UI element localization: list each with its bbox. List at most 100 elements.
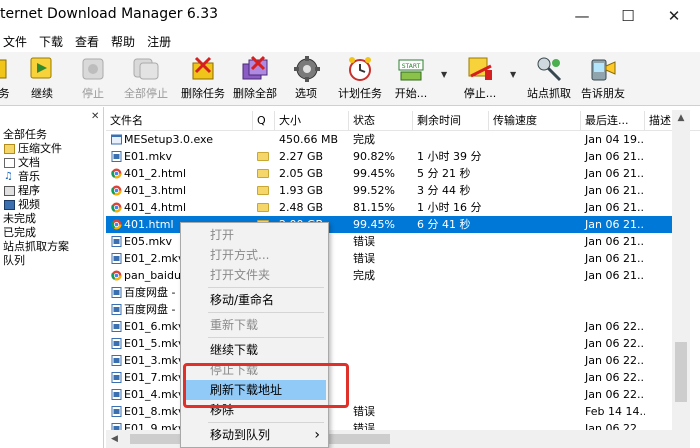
cell-speed	[489, 216, 581, 233]
vertical-scrollbar[interactable]: ▲	[672, 110, 690, 448]
download-row[interactable]: E01.mkv 2.27 GB 90.82% 1 小时 39 分 Jan 06 21..…	[106, 148, 672, 165]
tree-item-archives[interactable]: 压缩文件	[4, 142, 62, 156]
cell-speed	[489, 386, 581, 403]
cell-status: 错误	[353, 252, 375, 265]
toolbar-tell-friend-button[interactable]: 告诉朋友	[578, 54, 628, 104]
toolbar-delete-task-button[interactable]: 删除任务	[177, 54, 229, 104]
svg-text:START: START	[402, 63, 421, 70]
toolbar-start-queue-button[interactable]: START 开始...	[393, 54, 429, 104]
music-icon: ♫	[4, 171, 13, 182]
tree-item-documents[interactable]: 文档	[4, 156, 40, 170]
context-menu-item[interactable]: 移动/重命名	[183, 290, 326, 310]
toolbar-options-button[interactable]: 选项	[292, 54, 320, 104]
context-menu-item[interactable]: 继续下载	[183, 340, 326, 360]
scroll-left-icon[interactable]: ◀	[106, 430, 123, 448]
context-menu-item[interactable]: 打开	[183, 225, 326, 245]
cell-speed	[489, 318, 581, 335]
scheduler-clock-icon	[349, 57, 371, 81]
column-header-size[interactable]: 大小	[275, 111, 349, 131]
cell-status: 81.15%	[353, 201, 395, 214]
close-icon: ✕	[667, 7, 681, 25]
cell-time-left: 1 小时 16 分	[417, 201, 482, 214]
tree-item-music[interactable]: ♫ 音乐	[4, 170, 40, 184]
tell-friend-icon	[591, 59, 616, 81]
stop-queue-dropdown-icon[interactable]: ▼	[510, 70, 518, 80]
context-menu-item[interactable]: 打开文件夹	[183, 265, 326, 285]
context-menu-item[interactable]: 移动到队列 ›	[183, 425, 326, 445]
toolbar-task-button[interactable]: 务	[0, 54, 14, 104]
cell-status	[349, 301, 413, 318]
context-menu-item[interactable]: 重新下载	[183, 315, 326, 335]
toolbar-site-grabber-button[interactable]: 站点抓取	[524, 54, 574, 104]
cell-speed	[489, 250, 581, 267]
toolbar-stop-queue-button[interactable]: 停止...	[458, 54, 502, 104]
menu-help[interactable]: 帮助	[105, 32, 141, 52]
maximize-button[interactable]: ☐	[605, 0, 651, 32]
cell-filename: MESetup3.0.exe	[124, 133, 213, 146]
highlight-callout-box	[183, 363, 349, 408]
download-row[interactable]: 401_3.html 1.93 GB 99.52% 3 分 44 秒 Jan 06 21…	[106, 182, 672, 199]
archive-icon	[4, 144, 15, 154]
cell-status	[349, 318, 413, 335]
toolbar-scheduler-button[interactable]: 计划任务	[335, 54, 385, 104]
cell-time-left	[413, 352, 489, 369]
context-menu-label: 重新下载	[210, 318, 259, 332]
column-header-status[interactable]: 状态	[349, 111, 413, 131]
cell-last-try	[581, 301, 645, 318]
cell-time-left	[413, 131, 489, 148]
column-header-last-try[interactable]: 最后连...	[581, 111, 645, 131]
tree-item-programs[interactable]: 程序	[4, 184, 40, 198]
folder-icon	[257, 186, 269, 195]
cell-last-try: Jan 06 21...	[585, 167, 645, 180]
menu-download[interactable]: 下载	[33, 32, 69, 52]
cell-status: 错误	[353, 405, 375, 418]
column-header-queue[interactable]: Q	[253, 111, 275, 131]
cell-time-left: 1 小时 39 分	[417, 150, 482, 163]
tree-item-finished[interactable]: 已完成	[3, 226, 36, 240]
download-row[interactable]: 401_4.html 2.48 GB 81.15% 1 小时 16 分 Jan 06 2…	[106, 199, 672, 216]
cell-speed	[489, 165, 581, 182]
tree-item-grabber-projects[interactable]: 站点抓取方案	[3, 240, 69, 254]
menu-bar: 文件 下载 查看 帮助 注册	[0, 32, 700, 52]
context-menu-item[interactable]: 打开方式...	[183, 245, 326, 265]
tree-item-unfinished[interactable]: 未完成	[3, 212, 36, 226]
cell-status: 99.52%	[353, 184, 395, 197]
cell-last-try: Jan 06 22...	[585, 388, 645, 401]
cell-status	[349, 335, 413, 352]
task-icon	[0, 59, 7, 79]
vertical-scroll-thumb[interactable]	[675, 342, 687, 402]
download-row[interactable]: MESetup3.0.exe 450.66 MB 完成 Jan 04 19...	[106, 131, 672, 148]
toolbar-stop-button[interactable]: 停止	[78, 54, 108, 104]
cell-speed	[489, 182, 581, 199]
menu-separator	[208, 287, 324, 288]
close-button[interactable]: ✕	[651, 0, 697, 32]
cell-last-try: Jan 06 21...	[585, 218, 645, 231]
context-menu-label: 打开	[210, 228, 235, 242]
cell-status	[349, 386, 413, 403]
program-icon	[4, 186, 15, 196]
scroll-up-icon[interactable]: ▲	[672, 110, 690, 127]
cell-filename: 401_4.html	[124, 201, 187, 214]
tree-item-queues[interactable]: 队列	[3, 254, 25, 268]
tree-item-all[interactable]: 全部任务	[3, 128, 47, 142]
cell-time-left	[413, 284, 489, 301]
cell-last-try: Jan 06 22...	[585, 371, 645, 384]
tree-item-video[interactable]: 视频	[4, 198, 40, 212]
start-queue-icon: START	[398, 59, 424, 81]
toolbar-stop-all-button[interactable]: 全部停止	[118, 54, 174, 104]
column-header-speed[interactable]: 传输速度	[489, 111, 581, 131]
toolbar-delete-all-button[interactable]: 删除全部	[229, 54, 281, 104]
toolbar-resume-button[interactable]: 继续	[26, 54, 58, 104]
column-header-filename[interactable]: 文件名	[106, 111, 253, 131]
cell-last-try: Jan 06 21...	[585, 269, 645, 282]
menu-view[interactable]: 查看	[69, 32, 105, 52]
menu-register[interactable]: 注册	[141, 32, 177, 52]
minimize-button[interactable]: —	[559, 0, 605, 32]
column-header-time-left[interactable]: 剩余时间	[413, 111, 489, 131]
download-row[interactable]: 401_2.html 2.05 GB 99.45% 5 分 21 秒 Jan 06 21…	[106, 165, 672, 182]
start-queue-dropdown-icon[interactable]: ▼	[441, 70, 449, 80]
delete-all-icon	[242, 55, 268, 80]
menu-file[interactable]: 文件	[0, 32, 33, 52]
minimize-icon: —	[574, 7, 590, 25]
tree-close-icon[interactable]: ✕	[91, 111, 99, 122]
